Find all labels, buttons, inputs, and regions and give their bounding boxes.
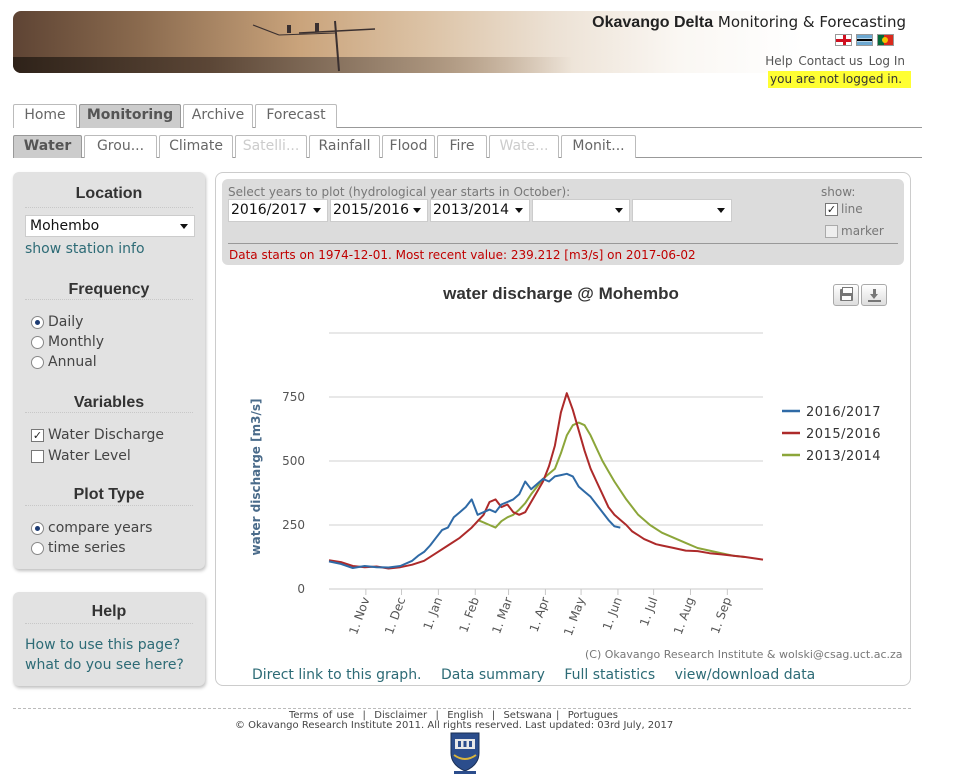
frequency-option-annual[interactable]: Annual	[31, 354, 97, 370]
tab-forecast[interactable]: Forecast	[255, 104, 337, 128]
x-tick-label: 1. Feb	[456, 595, 482, 634]
weather-mast-icon	[252, 20, 376, 72]
tab-monitoring[interactable]: Monitoring	[79, 104, 181, 128]
subtab-fire[interactable]: Fire	[437, 135, 487, 158]
x-tick-label: 1. Sep	[708, 595, 734, 635]
subtab-satellite: Satelli...	[235, 135, 307, 158]
frequency-option-daily[interactable]: Daily	[31, 314, 83, 330]
x-tick-label: 1. Jan	[421, 595, 446, 632]
frequency-heading: Frequency	[68, 281, 150, 298]
radio-checked-icon	[31, 315, 44, 329]
how-to-use-link[interactable]: How to use this page?	[25, 637, 180, 653]
language-flags	[835, 34, 894, 46]
subtab-climate[interactable]: Climate	[159, 135, 233, 158]
series-line-2016-2017	[328, 472, 621, 569]
login-status: you are not logged in.	[768, 71, 911, 88]
user-links: Help Contact us Log In	[763, 54, 905, 68]
sidebar-panel: Location Mohembo show station info Frequ…	[13, 172, 205, 569]
chart-links: Direct link to this graph. Data summary …	[252, 667, 830, 683]
radio-unchecked-icon	[31, 541, 44, 555]
subtab-groundwater[interactable]: Grou...	[84, 135, 157, 158]
subtab-water[interactable]: Water	[13, 135, 82, 158]
y-tick-label: 0	[297, 582, 305, 596]
subtab-monitoring[interactable]: Monit...	[561, 135, 636, 158]
series-line-2013-2014	[477, 421, 746, 558]
location-heading: Location	[75, 185, 143, 202]
help-panel: Help How to use this page? what do you s…	[13, 592, 205, 686]
site-title: Okavango Delta Monitoring & Forecasting	[592, 13, 906, 31]
radio-checked-icon	[31, 521, 44, 535]
chevron-down-icon	[180, 224, 188, 229]
help-link[interactable]: Help	[765, 54, 792, 68]
download-data-link[interactable]: view/download data	[675, 667, 816, 683]
x-tick-label: 1. Nov	[346, 595, 372, 636]
x-tick-label: 1. Mar	[489, 595, 515, 635]
y-tick-label: 750	[282, 390, 305, 404]
content-panel: Select years to plot (hydrological year …	[215, 172, 911, 686]
x-tick-label: 1. Dec	[382, 595, 408, 636]
direct-link[interactable]: Direct link to this graph.	[252, 667, 422, 683]
plot-type-heading: Plot Type	[73, 486, 145, 503]
x-tick-label: 1. Jul	[637, 595, 660, 628]
full-statistics-link[interactable]: Full statistics	[564, 667, 655, 683]
main-tab-bar: Home Monitoring Archive Forecast	[13, 104, 922, 128]
frequency-option-monthly[interactable]: Monthly	[31, 334, 104, 350]
checkbox-unchecked-icon	[31, 449, 44, 463]
x-tick-label: 1. Apr	[527, 595, 552, 634]
radio-unchecked-icon	[31, 355, 44, 369]
y-tick-label: 250	[282, 518, 305, 532]
tab-home[interactable]: Home	[13, 104, 77, 128]
login-link[interactable]: Log In	[869, 54, 905, 68]
plot-type-time-series[interactable]: time series	[31, 540, 126, 556]
subtab-flood[interactable]: Flood	[382, 135, 435, 158]
sub-tab-bar: Water Grou... Climate Satelli... Rainfal…	[13, 135, 922, 158]
y-tick-label: 500	[282, 454, 305, 468]
show-station-info-link[interactable]: show station info	[25, 241, 145, 257]
x-tick-label: 1. May	[561, 595, 588, 637]
subtab-water-quality: Wate...	[489, 135, 559, 158]
portugal-flag-icon[interactable]	[877, 34, 894, 46]
variable-water-discharge[interactable]: ✓ Water Discharge	[31, 427, 164, 443]
variables-heading: Variables	[73, 394, 145, 411]
x-tick-label: 1. Jun	[600, 595, 625, 632]
y-axis-label: water discharge [m3/s]	[249, 399, 263, 556]
tab-archive[interactable]: Archive	[183, 104, 253, 128]
legend-label: 2015/2016	[806, 427, 881, 442]
what-do-you-see-link[interactable]: what do you see here?	[25, 657, 184, 673]
legend-label: 2013/2014	[806, 449, 881, 464]
botswana-flag-icon[interactable]	[856, 34, 873, 46]
contact-link[interactable]: Contact us	[798, 54, 862, 68]
data-summary-link[interactable]: Data summary	[441, 667, 545, 683]
discharge-chart: 0 250 500 750 1. Nov 1. Dec 1. Jan 1. Feb 1. Mar…	[249, 332, 881, 638]
variable-water-level[interactable]: Water Level	[31, 448, 131, 464]
university-crest-icon	[450, 732, 480, 774]
chart-credit: (C) Okavango Research Institute & wolski…	[585, 648, 903, 661]
footer-divider	[13, 708, 911, 709]
plot-type-compare-years[interactable]: compare years	[31, 520, 152, 536]
help-heading: Help	[91, 603, 127, 620]
subtab-rainfall[interactable]: Rainfall	[309, 135, 380, 158]
radio-unchecked-icon	[31, 335, 44, 349]
english-flag-icon[interactable]	[835, 34, 852, 46]
x-tick-label: 1. Aug	[671, 595, 697, 636]
checkbox-checked-icon: ✓	[31, 428, 44, 442]
legend-label: 2016/2017	[806, 405, 881, 420]
location-select[interactable]: Mohembo	[25, 215, 195, 237]
